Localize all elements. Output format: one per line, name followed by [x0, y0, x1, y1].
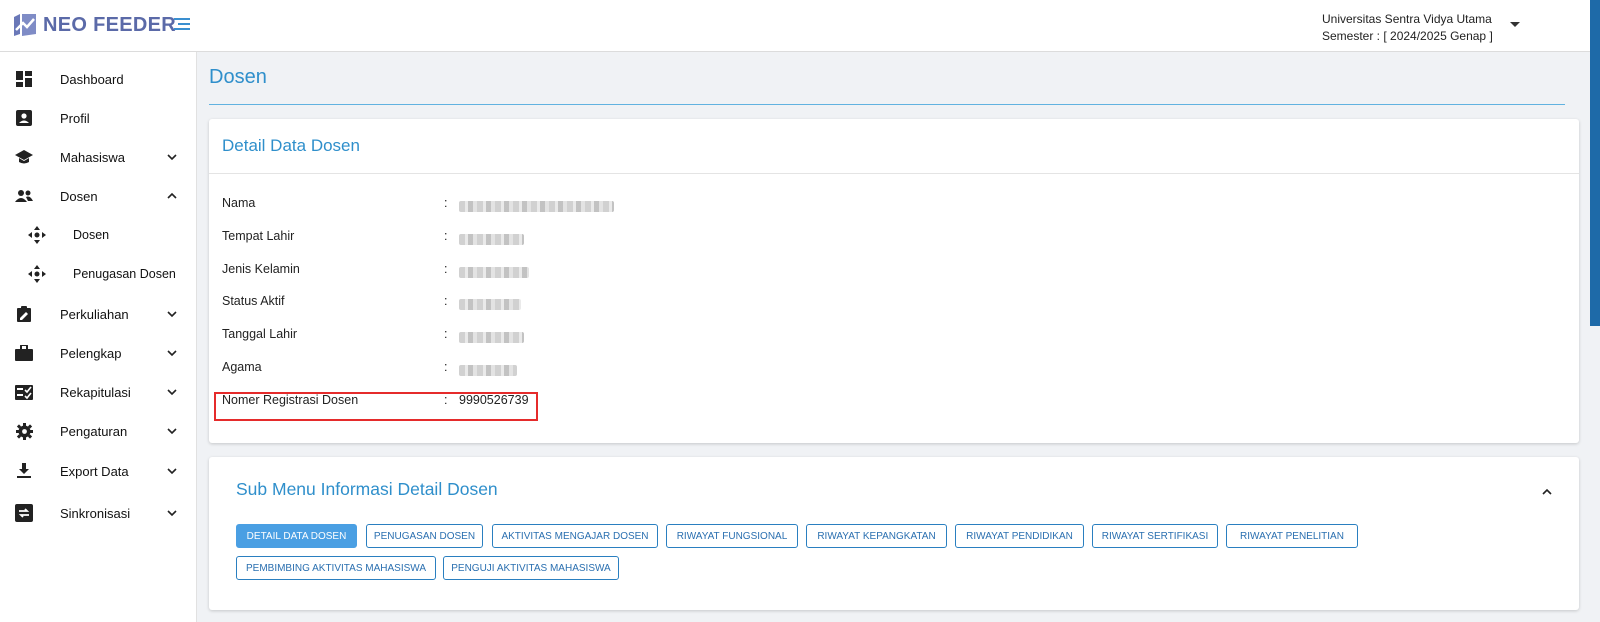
submenu-card: Sub Menu Informasi Detail Dosen DETAIL D…	[209, 457, 1579, 610]
tab-riwayat-pendidikan[interactable]: RIWAYAT PENDIDIKAN	[955, 524, 1084, 548]
tab-detail-data-dosen[interactable]: DETAIL DATA DOSEN	[236, 524, 357, 548]
sidebar-item-mahasiswa[interactable]: Mahasiswa	[0, 139, 197, 175]
chevron-down-icon	[167, 428, 177, 435]
sidebar-item-label: Dosen	[60, 188, 98, 204]
tab-riwayat-kepangkatan[interactable]: RIWAYAT KEPANGKATAN	[806, 524, 947, 548]
chevron-down-icon	[167, 389, 177, 396]
clipboard-edit-icon	[15, 305, 33, 323]
move-arrows-icon	[28, 226, 46, 244]
move-arrows-icon	[28, 265, 46, 283]
sidebar-item-label: Mahasiswa	[60, 149, 126, 165]
tab-riwayat-penelitian[interactable]: RIWAYAT PENELITIAN	[1226, 524, 1358, 548]
redacted-value	[459, 365, 517, 376]
sidebar-subitem-dosen[interactable]: Dosen	[0, 217, 197, 253]
sidebar-subitem-penugasan-dosen[interactable]: Penugasan Dosen	[0, 256, 197, 292]
redacted-value	[459, 332, 524, 343]
detail-colon: :	[444, 229, 448, 243]
redacted-value	[459, 234, 524, 245]
detail-label: Agama	[222, 360, 262, 374]
people-icon	[15, 187, 33, 205]
sidebar-item-label: Export Data	[60, 463, 129, 479]
sidebar-item-pengaturan[interactable]: Pengaturan	[0, 413, 197, 449]
detail-label: Jenis Kelamin	[222, 262, 300, 276]
chevron-up-icon	[167, 192, 177, 199]
tab-aktivitas-mengajar-dosen[interactable]: AKTIVITAS MENGAJAR DOSEN	[492, 524, 658, 548]
redacted-value	[459, 201, 614, 212]
user-dropdown-caret-icon[interactable]	[1510, 22, 1520, 27]
user-info[interactable]: Universitas Sentra Vidya Utama Semester …	[1322, 11, 1493, 45]
checklist-icon	[15, 383, 33, 401]
sidebar-item-perkuliahan[interactable]: Perkuliahan	[0, 296, 197, 332]
sync-icon	[15, 504, 33, 522]
sidebar-item-label: Dashboard	[60, 71, 124, 87]
tab-riwayat-sertifikasi[interactable]: RIWAYAT SERTIFIKASI	[1092, 524, 1218, 548]
sidebar-item-label: Penugasan Dosen	[73, 267, 176, 281]
redacted-value	[459, 267, 529, 278]
detail-label: Tempat Lahir	[222, 229, 295, 243]
chevron-down-icon	[167, 311, 177, 318]
tab-penguji-aktivitas-mahasiswa[interactable]: PENGUJI AKTIVITAS MAHASISWA	[443, 556, 619, 580]
sidebar-item-export-data[interactable]: Export Data	[0, 453, 197, 489]
chevron-down-icon	[167, 510, 177, 517]
tab-riwayat-fungsional[interactable]: RIWAYAT FUNGSIONAL	[666, 524, 798, 548]
download-icon	[15, 462, 33, 480]
sidebar-item-sinkronisasi[interactable]: Sinkronisasi	[0, 495, 197, 531]
redacted-value	[459, 299, 521, 310]
scroll-indicator[interactable]	[1590, 0, 1600, 326]
chevron-down-icon	[167, 350, 177, 357]
detail-colon: :	[444, 360, 448, 374]
brand[interactable]: NEO FEEDER	[12, 12, 176, 38]
dashboard-icon	[15, 70, 33, 88]
chevron-down-icon	[167, 468, 177, 475]
sidebar-item-rekapitulasi[interactable]: Rekapitulasi	[0, 374, 197, 410]
neo-feeder-logo-icon	[14, 14, 36, 36]
chevron-up-icon[interactable]	[1541, 486, 1553, 498]
sidebar-item-label: Sinkronisasi	[60, 505, 131, 521]
sidebar-item-label: Perkuliahan	[60, 306, 129, 322]
detail-colon: :	[444, 294, 448, 308]
submenu-card-title: Sub Menu Informasi Detail Dosen	[236, 479, 498, 499]
gear-icon	[15, 422, 33, 440]
detail-colon: :	[444, 196, 448, 210]
sidebar: Dashboard Profil Mahasiswa Dosen Dosen P…	[0, 52, 197, 622]
sidebar-item-label: Pengaturan	[60, 423, 128, 439]
detail-card-title: Detail Data Dosen	[209, 119, 1579, 174]
graduation-cap-icon	[15, 148, 33, 166]
detail-label: Tanggal Lahir	[222, 327, 298, 341]
highlight-box	[214, 392, 538, 421]
detail-label: Nama	[222, 196, 256, 210]
title-divider	[209, 104, 1565, 105]
detail-colon: :	[444, 327, 448, 341]
briefcase-icon	[15, 344, 33, 362]
top-bar: NEO FEEDER Universitas Sentra Vidya Utam…	[0, 0, 1600, 52]
sidebar-item-profil[interactable]: Profil	[0, 100, 197, 136]
sidebar-item-dosen[interactable]: Dosen	[0, 178, 197, 214]
sidebar-item-dashboard[interactable]: Dashboard	[0, 61, 197, 97]
detail-card: Detail Data Dosen Nama : Tempat Lahir : …	[209, 119, 1579, 443]
brand-name: NEO FEEDER	[43, 13, 177, 36]
menu-toggle-button[interactable]	[174, 18, 192, 32]
detail-label: Status Aktif	[222, 294, 285, 308]
tab-penugasan-dosen[interactable]: PENUGASAN DOSEN	[366, 524, 483, 548]
profile-card-icon	[15, 109, 33, 127]
sidebar-item-label: Rekapitulasi	[60, 384, 131, 400]
sidebar-item-pelengkap[interactable]: Pelengkap	[0, 335, 197, 371]
tab-pembimbing-aktivitas-mahasiswa[interactable]: PEMBIMBING AKTIVITAS MAHASISWA	[236, 556, 436, 580]
page-title: Dosen	[209, 66, 267, 88]
university-name: Universitas Sentra Vidya Utama	[1322, 12, 1492, 26]
sidebar-item-label: Dosen	[73, 228, 110, 242]
detail-colon: :	[444, 262, 448, 276]
sidebar-item-label: Profil	[60, 110, 90, 126]
sidebar-item-label: Pelengkap	[60, 345, 122, 361]
chevron-down-icon	[167, 154, 177, 161]
semester-label: Semester : [ 2024/2025 Genap ]	[1322, 29, 1493, 43]
